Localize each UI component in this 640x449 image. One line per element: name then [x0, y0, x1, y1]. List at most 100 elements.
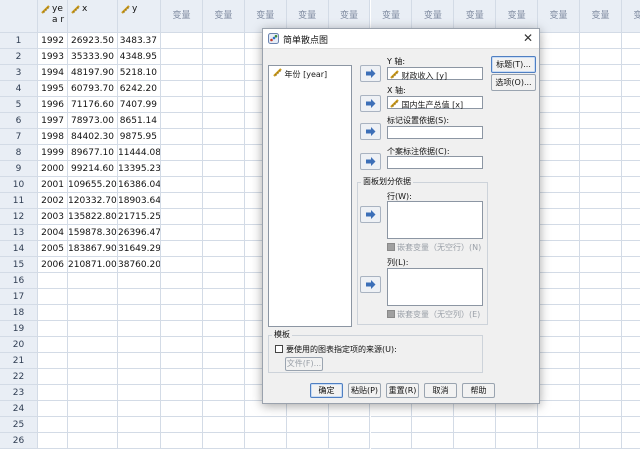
table-cell[interactable] — [38, 353, 68, 369]
table-cell[interactable] — [580, 321, 622, 337]
table-cell[interactable] — [538, 193, 580, 209]
nest-rows-checkbox[interactable] — [387, 243, 395, 251]
table-cell[interactable] — [161, 353, 203, 369]
table-cell[interactable]: 2001 — [38, 177, 68, 193]
table-cell[interactable] — [38, 433, 68, 449]
table-cell[interactable] — [621, 417, 640, 433]
table-cell[interactable]: 2002 — [38, 193, 68, 209]
row-number[interactable]: 16 — [0, 273, 38, 289]
table-cell[interactable] — [580, 353, 622, 369]
table-cell[interactable]: 2006 — [38, 257, 68, 273]
row-number[interactable]: 8 — [0, 145, 38, 161]
table-cell[interactable] — [38, 273, 68, 289]
table-cell[interactable] — [202, 161, 245, 177]
table-cell[interactable] — [538, 257, 580, 273]
table-cell[interactable]: 1993 — [38, 49, 68, 65]
table-cell[interactable] — [538, 97, 580, 113]
table-cell[interactable]: 48197.90 — [68, 65, 118, 81]
table-cell[interactable]: 26923.50 — [68, 33, 118, 49]
table-cell[interactable] — [328, 417, 371, 433]
cols-move-button[interactable] — [360, 276, 381, 293]
table-cell[interactable] — [38, 369, 68, 385]
table-cell[interactable] — [202, 385, 245, 401]
table-cell[interactable] — [202, 113, 245, 129]
table-cell[interactable]: 1992 — [38, 33, 68, 49]
column-header-empty[interactable]: 变量 — [161, 0, 203, 33]
options-button[interactable]: 选项(O)... — [491, 74, 536, 91]
table-cell[interactable]: 109655.20 — [68, 177, 118, 193]
table-cell[interactable] — [118, 433, 161, 449]
table-cell[interactable]: 210871.00 — [68, 257, 118, 273]
table-cell[interactable] — [286, 433, 329, 449]
table-cell[interactable] — [202, 241, 245, 257]
column-header-empty[interactable]: 变量 — [621, 0, 640, 33]
table-cell[interactable] — [202, 209, 245, 225]
table-cell[interactable]: 31649.29 — [118, 241, 161, 257]
table-cell[interactable] — [621, 257, 640, 273]
table-cell[interactable] — [161, 161, 203, 177]
table-cell[interactable] — [118, 305, 161, 321]
table-cell[interactable] — [202, 321, 245, 337]
table-cell[interactable] — [161, 81, 203, 97]
case-field[interactable] — [387, 156, 483, 169]
table-cell[interactable]: 18903.64 — [118, 193, 161, 209]
row-number[interactable]: 10 — [0, 177, 38, 193]
table-cell[interactable] — [580, 97, 622, 113]
table-cell[interactable] — [68, 337, 118, 353]
table-cell[interactable] — [580, 257, 622, 273]
table-cell[interactable] — [538, 417, 580, 433]
table-cell[interactable] — [538, 401, 580, 417]
column-header-y[interactable]: y — [118, 0, 161, 33]
help-button[interactable]: 帮助 — [462, 383, 495, 398]
rows-field[interactable] — [387, 201, 483, 239]
table-cell[interactable]: 159878.30 — [68, 225, 118, 241]
table-cell[interactable] — [496, 417, 539, 433]
case-move-button[interactable] — [360, 153, 381, 170]
table-cell[interactable]: 5218.10 — [118, 65, 161, 81]
table-cell[interactable]: 71176.60 — [68, 97, 118, 113]
column-header-empty[interactable]: 变量 — [580, 0, 622, 33]
row-number[interactable]: 20 — [0, 337, 38, 353]
table-cell[interactable]: 1994 — [38, 65, 68, 81]
table-cell[interactable] — [328, 433, 371, 449]
table-cell[interactable]: 13395.23 — [118, 161, 161, 177]
table-cell[interactable] — [68, 289, 118, 305]
table-cell[interactable] — [538, 49, 580, 65]
table-cell[interactable]: 9875.95 — [118, 129, 161, 145]
table-cell[interactable] — [68, 401, 118, 417]
table-cell[interactable] — [580, 81, 622, 97]
table-cell[interactable] — [580, 33, 622, 49]
table-cell[interactable] — [286, 417, 329, 433]
table-cell[interactable] — [621, 369, 640, 385]
table-cell[interactable] — [580, 113, 622, 129]
table-cell[interactable] — [621, 81, 640, 97]
table-cell[interactable] — [161, 129, 203, 145]
table-cell[interactable] — [38, 321, 68, 337]
y-axis-field[interactable]: 财政收入 [y] — [387, 67, 483, 81]
table-cell[interactable] — [412, 417, 455, 433]
table-cell[interactable] — [580, 401, 622, 417]
table-cell[interactable] — [496, 433, 539, 449]
table-cell[interactable]: 21715.25 — [118, 209, 161, 225]
column-header-empty[interactable]: 变量 — [202, 0, 245, 33]
table-cell[interactable] — [202, 225, 245, 241]
table-cell[interactable] — [38, 289, 68, 305]
row-number[interactable]: 7 — [0, 129, 38, 145]
table-cell[interactable] — [202, 289, 245, 305]
table-cell[interactable] — [161, 97, 203, 113]
table-cell[interactable] — [68, 353, 118, 369]
table-cell[interactable] — [621, 273, 640, 289]
table-cell[interactable]: 2004 — [38, 225, 68, 241]
table-cell[interactable]: 8651.14 — [118, 113, 161, 129]
table-cell[interactable]: 2000 — [38, 161, 68, 177]
table-cell[interactable] — [621, 97, 640, 113]
table-cell[interactable] — [538, 353, 580, 369]
table-cell[interactable] — [68, 273, 118, 289]
table-cell[interactable] — [202, 129, 245, 145]
table-cell[interactable] — [538, 369, 580, 385]
table-cell[interactable] — [202, 433, 245, 449]
table-cell[interactable] — [118, 417, 161, 433]
row-number[interactable]: 1 — [0, 33, 38, 49]
nest-cols-checkbox[interactable] — [387, 310, 395, 318]
table-cell[interactable] — [202, 305, 245, 321]
